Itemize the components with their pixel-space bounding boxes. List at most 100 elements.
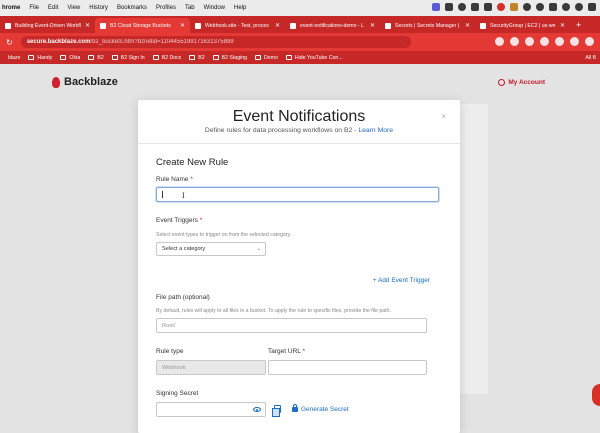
show-secret-eye-icon[interactable] bbox=[253, 407, 261, 412]
bookmark-item[interactable]: blaze bbox=[8, 55, 20, 61]
tray-app-icon[interactable] bbox=[510, 3, 518, 11]
menu-history[interactable]: History bbox=[89, 5, 108, 11]
address-bar[interactable]: secure.backblaze.com/b2_buckets.htm?bzne… bbox=[20, 36, 411, 48]
profile-avatar-icon[interactable] bbox=[570, 37, 579, 46]
tray-app-icon[interactable] bbox=[445, 3, 453, 11]
subtitle-text: Define rules for data processing workflo… bbox=[204, 127, 357, 134]
menu-profiles[interactable]: Profiles bbox=[156, 5, 176, 11]
bookmark-item[interactable]: Okta bbox=[60, 55, 80, 61]
category-select[interactable]: Select a category ⌄ bbox=[156, 242, 266, 256]
extension-icon[interactable] bbox=[525, 37, 534, 46]
browser-tab[interactable]: Webhook.site - Test, proces ✕ bbox=[190, 18, 285, 33]
tab-close-icon[interactable]: ✕ bbox=[465, 22, 470, 29]
browser-tab[interactable]: Secrets | Secrets Manager | ✕ bbox=[380, 18, 475, 33]
bookmark-item[interactable]: B2 Sign In bbox=[111, 55, 145, 61]
bookmark-label: blaze bbox=[8, 54, 21, 61]
do-not-disturb-icon[interactable] bbox=[536, 3, 544, 11]
tray-app-icon[interactable] bbox=[523, 3, 531, 11]
bookmark-star-icon[interactable] bbox=[510, 37, 519, 46]
tab-favicon-icon bbox=[195, 22, 201, 29]
bookmark-folder[interactable]: Demo bbox=[255, 55, 278, 61]
bookmarks-bar: blaze Handy Okta B2 B2 Sign In B2 Docs B… bbox=[0, 51, 600, 64]
backblaze-logo[interactable]: Backblaze bbox=[52, 76, 118, 88]
status-tray bbox=[432, 3, 596, 11]
reload-icon[interactable]: ↻ bbox=[6, 38, 13, 47]
bookmark-item[interactable]: B2 Docs bbox=[152, 55, 181, 61]
my-account-link[interactable]: My Account bbox=[498, 79, 545, 86]
all-bookmarks-button[interactable]: All B bbox=[585, 55, 596, 61]
bookmark-item[interactable]: B2 Staging bbox=[212, 54, 248, 61]
folder-icon bbox=[28, 55, 35, 60]
bookmark-favicon-icon bbox=[189, 55, 196, 60]
screen-record-icon[interactable] bbox=[432, 3, 440, 11]
tab-title: SecurityGroup | EC2 | us-we bbox=[490, 22, 556, 29]
bookmark-item[interactable]: Hide YouTube Con... bbox=[285, 54, 343, 61]
file-path-help: By default, rules will apply to all file… bbox=[156, 308, 391, 314]
tray-app-icon[interactable] bbox=[471, 3, 479, 11]
tab-title: Secrets | Secrets Manager | bbox=[395, 22, 462, 29]
floating-help-button[interactable] bbox=[592, 384, 600, 406]
file-path-placeholder: Root/ bbox=[162, 322, 176, 329]
menu-window[interactable]: Window bbox=[204, 5, 225, 11]
menu-file[interactable]: File bbox=[29, 5, 39, 11]
extension-icon[interactable] bbox=[555, 37, 564, 46]
control-center-icon[interactable] bbox=[588, 3, 596, 11]
browser-tab[interactable]: Building Event-Driven Workfl ✕ bbox=[0, 18, 95, 33]
generate-secret-button[interactable]: Generate Secret bbox=[292, 404, 349, 413]
bookmark-label: B2 bbox=[198, 54, 205, 61]
bookmark-favicon-icon bbox=[88, 55, 95, 60]
event-triggers-help: Select event types to trigger on from th… bbox=[156, 232, 292, 238]
tab-close-icon[interactable]: ✕ bbox=[560, 22, 565, 29]
bookmark-folder[interactable]: Handy bbox=[28, 55, 52, 61]
menu-help[interactable]: Help bbox=[234, 5, 246, 11]
tab-close-icon[interactable]: ✕ bbox=[180, 22, 185, 29]
toolbar-icons bbox=[495, 37, 594, 46]
rule-name-input[interactable] bbox=[156, 187, 439, 202]
tray-app-icon[interactable] bbox=[484, 3, 492, 11]
tab-close-icon[interactable]: ✕ bbox=[370, 22, 375, 29]
tab-title: B2 Cloud Storage Buckets bbox=[110, 22, 171, 29]
tab-favicon-icon bbox=[290, 22, 296, 29]
extension-icon[interactable] bbox=[540, 37, 549, 46]
bookmark-label: Hide YouTube Con... bbox=[294, 54, 343, 61]
flame-icon bbox=[52, 76, 60, 88]
bookmark-label: B2 Staging bbox=[221, 54, 248, 61]
rule-name-label: Rule Name * bbox=[156, 176, 193, 183]
more-menu-icon[interactable] bbox=[585, 37, 594, 46]
menu-tab[interactable]: Tab bbox=[185, 5, 195, 11]
search-icon[interactable] bbox=[575, 3, 583, 11]
browser-toolbar: ↻ secure.backblaze.com/b2_buckets.htm?bz… bbox=[0, 33, 600, 51]
lock-icon bbox=[292, 404, 298, 412]
target-url-label-text: Target URL bbox=[268, 348, 301, 355]
add-event-trigger-button[interactable]: + Add Event Trigger bbox=[373, 277, 430, 284]
recording-indicator-icon[interactable] bbox=[497, 3, 505, 11]
battery-icon[interactable] bbox=[549, 3, 557, 11]
signing-secret-input[interactable] bbox=[156, 402, 266, 417]
browser-tab[interactable]: event-notifications-demo - L ✕ bbox=[285, 18, 380, 33]
bookmark-item[interactable]: B2 bbox=[189, 54, 205, 61]
signing-secret-label: Signing Secret bbox=[156, 390, 199, 397]
new-tab-button[interactable]: + bbox=[570, 18, 581, 33]
wifi-icon[interactable] bbox=[562, 3, 570, 11]
header-divider bbox=[138, 143, 460, 144]
copy-secret-icon[interactable] bbox=[272, 405, 281, 417]
tab-close-icon[interactable]: ✕ bbox=[275, 22, 280, 29]
target-url-input[interactable] bbox=[268, 360, 427, 375]
tab-title: event-notifications-demo - L bbox=[300, 22, 365, 29]
bookmark-label: B2 bbox=[97, 54, 104, 61]
tab-close-icon[interactable]: ✕ bbox=[85, 22, 90, 29]
browser-tab-active[interactable]: B2 Cloud Storage Buckets ✕ bbox=[95, 18, 190, 33]
url-path: /b2_buckets.htm?bznetid=1104455199171631… bbox=[90, 39, 234, 45]
zoom-icon[interactable] bbox=[495, 37, 504, 46]
account-label: My Account bbox=[508, 79, 545, 86]
browser-tab[interactable]: SecurityGroup | EC2 | us-we ✕ bbox=[475, 18, 570, 33]
bookmark-item[interactable]: B2 bbox=[88, 54, 104, 61]
menu-bookmarks[interactable]: Bookmarks bbox=[117, 5, 147, 11]
tray-app-icon[interactable] bbox=[458, 3, 466, 11]
menu-edit[interactable]: Edit bbox=[48, 5, 58, 11]
file-path-input[interactable]: Root/ bbox=[156, 318, 427, 333]
menu-app-name[interactable]: hrome bbox=[2, 5, 20, 11]
logo-text: Backblaze bbox=[64, 76, 118, 88]
learn-more-link[interactable]: Learn More bbox=[358, 127, 393, 134]
menu-view[interactable]: View bbox=[67, 5, 80, 11]
